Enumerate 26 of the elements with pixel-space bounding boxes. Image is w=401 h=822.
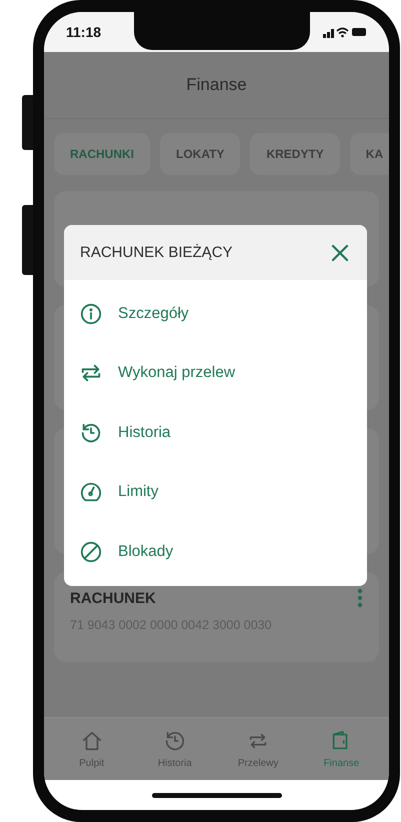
home-icon [80,730,103,752]
menu-item[interactable]: Limity [64,462,367,522]
status-icons [323,26,367,38]
history-icon [80,422,102,444]
info-icon [80,302,102,325]
account-title: RACHUNEK [70,590,156,606]
close-icon[interactable] [331,244,349,262]
nav-item[interactable]: Pulpit [50,718,134,780]
tab[interactable]: RACHUNKI [54,133,150,175]
menu-title: RACHUNEK BIEŻĄCY [80,244,233,261]
menu-item[interactable]: Historia [64,403,367,462]
nav-item[interactable]: Przelewy [216,718,300,780]
menu-item[interactable]: Blokady [64,522,367,582]
menu-item[interactable]: Szczegóły [64,284,367,344]
nav-item[interactable]: Historia [133,718,216,780]
screen-title: Finanse [186,75,247,95]
nav-item[interactable]: Finanse [300,718,383,780]
history-icon [164,730,186,752]
tab[interactable]: KREDYTY [250,133,340,175]
arrows-icon [80,362,102,384]
prohibited-icon [80,540,102,563]
tab[interactable]: KA [350,133,389,175]
status-time: 11:18 [66,24,102,40]
menu-item[interactable]: Wykonaj przelew [64,344,367,403]
tab[interactable]: LOKATY [160,133,240,175]
gauge-icon [80,481,102,504]
